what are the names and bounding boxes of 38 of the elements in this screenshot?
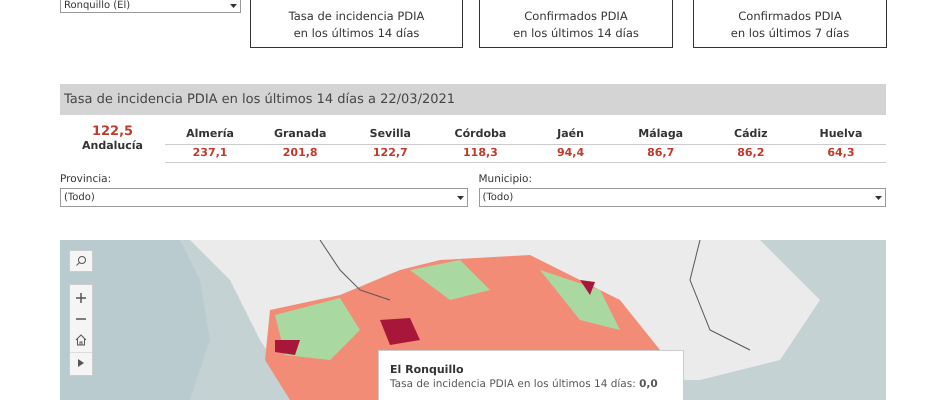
province-name: Sevilla [345,124,436,145]
kpi-label: Tasa de incidencia PDIA en los últimos 14 días [288,8,424,42]
province-name: Granada [255,124,346,145]
province-name: Córdoba [435,124,526,145]
section-title: Tasa de incidencia PDIA en los últimos 14 días a 22/03/2021 [64,90,456,109]
search-button[interactable] [69,250,93,272]
plus-icon [76,292,86,302]
kpi-label: Confirmados PDIA en los últimos 14 días [513,8,639,42]
search-icon [75,255,87,267]
province-value: 86,7 [616,145,706,163]
province-value: 64,3 [796,145,886,163]
caret-icon [456,196,464,200]
total-value: 122,5 [92,124,134,139]
province-value: 237,1 [165,145,256,163]
province-name: Jaén [526,124,616,145]
dropdown[interactable]: Ronquillo (El) [60,0,241,13]
tooltip-line: Tasa de incidencia PDIA en los últimos 14 días: 0,0 [390,377,659,391]
tooltip-title: El Ronquillo [390,362,465,377]
province-name: Almería [165,124,256,145]
play-icon [78,359,84,367]
province-value: 122,7 [345,145,436,163]
province-value: 118,3 [435,145,526,163]
dropdown[interactable]: (Todo) [478,188,886,207]
minus-icon [76,318,86,320]
province-value: 86,2 [706,145,796,163]
province-name: Huelva [796,124,886,145]
caret-icon [875,196,882,200]
filter-label: Provincia: [60,172,112,186]
region-name: Andalucía [82,139,143,153]
kpi-label: Confirmados PDIA en los últimos 7 días [730,8,850,42]
province-name: Málaga [616,124,706,145]
province-name: Cádiz [706,124,796,145]
province-value: 201,8 [255,145,346,163]
caret-icon [230,4,237,8]
home-icon [75,334,87,346]
province-value: 94,4 [526,145,616,163]
filter-label: Municipio: [478,172,534,186]
dropdown[interactable]: (Todo) [60,188,468,207]
